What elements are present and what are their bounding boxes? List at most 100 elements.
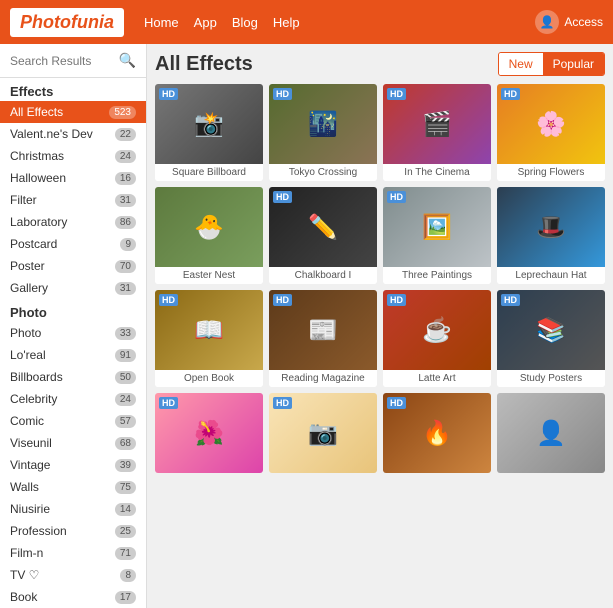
sidebar-item-book[interactable]: Book 17 xyxy=(0,586,146,608)
effect-card[interactable]: 🌃HDTokyo Crossing xyxy=(269,84,377,181)
sidebar-item-count: 75 xyxy=(115,481,136,494)
effect-card[interactable]: 📚HDStudy Posters xyxy=(497,290,605,387)
sidebar-item-label: TV ♡ xyxy=(10,568,39,582)
effect-name: Leprechaun Hat xyxy=(497,267,605,284)
sidebar-item-label: Gallery xyxy=(10,281,48,295)
sidebar-item-tv--[interactable]: TV ♡ 8 xyxy=(0,564,146,586)
effect-name: Latte Art xyxy=(383,370,491,387)
effect-card[interactable]: 🎩Leprechaun Hat xyxy=(497,187,605,284)
sidebar-item-all-effects[interactable]: All Effects523 xyxy=(0,101,146,123)
effect-card[interactable]: 👤 xyxy=(497,393,605,473)
sidebar-item-label: Book xyxy=(10,590,37,604)
effect-thumbnail: 🐣 xyxy=(155,187,263,267)
sidebar-item-billboards[interactable]: Billboards50 xyxy=(0,366,146,388)
effect-name: In The Cinema xyxy=(383,164,491,181)
sidebar-item-valent-ne-s-dev[interactable]: Valent.ne's Dev22 xyxy=(0,123,146,145)
effect-card[interactable]: 📷HD xyxy=(269,393,377,473)
sidebar-section-title: Effects xyxy=(0,78,146,101)
effect-card[interactable]: 📸HDSquare Billboard xyxy=(155,84,263,181)
sidebar-item-count: 17 xyxy=(115,591,136,604)
hd-badge: HD xyxy=(387,191,406,203)
sidebar-item-vintage[interactable]: Vintage 39 xyxy=(0,454,146,476)
sidebar-item-count: 31 xyxy=(115,194,136,207)
hd-badge: HD xyxy=(159,294,178,306)
sidebar-item-count: 523 xyxy=(109,106,136,119)
sidebar-item-count: 24 xyxy=(115,150,136,163)
sidebar-item-poster[interactable]: Poster70 xyxy=(0,255,146,277)
effect-thumbnail: 🎩 xyxy=(497,187,605,267)
effect-card[interactable]: 🎬HDIn The Cinema xyxy=(383,84,491,181)
tab-new[interactable]: New xyxy=(499,53,543,75)
sidebar-item-count: 9 xyxy=(120,238,136,251)
content-header: All Effects New Popular xyxy=(155,52,605,76)
sidebar-item-label: Vintage xyxy=(10,458,50,472)
sidebar-item-gallery[interactable]: Gallery 31 xyxy=(0,277,146,299)
nav-blog[interactable]: Blog xyxy=(232,15,258,30)
effect-card[interactable]: 📰HDReading Magazine xyxy=(269,290,377,387)
effect-card[interactable]: 🌸HDSpring Flowers xyxy=(497,84,605,181)
effect-card[interactable]: 📖HDOpen Book xyxy=(155,290,263,387)
nav-app[interactable]: App xyxy=(194,15,217,30)
sidebar-item-label: Profession xyxy=(10,524,67,538)
sidebar-item-viseunil[interactable]: Viseunil68 xyxy=(0,432,146,454)
sidebar-item-film-n[interactable]: Film-n71 xyxy=(0,542,146,564)
sidebar-item-label: Lo'real xyxy=(10,348,46,362)
sidebar-item-celebrity[interactable]: Celebrity24 xyxy=(0,388,146,410)
sidebar-item-count: 31 xyxy=(115,282,136,295)
sidebar-item-filter[interactable]: Filter31 xyxy=(0,189,146,211)
sidebar-section-title: Photo xyxy=(0,299,146,322)
sidebar-item-walls[interactable]: Walls 75 xyxy=(0,476,146,498)
sidebar-item-count: 14 xyxy=(115,503,136,516)
hd-badge: HD xyxy=(159,397,178,409)
nav-help[interactable]: Help xyxy=(273,15,300,30)
effect-card[interactable]: 🌺HD xyxy=(155,393,263,473)
effect-card[interactable]: 🔥HD xyxy=(383,393,491,473)
sidebar: 🔍 EffectsAll Effects523Valent.ne's Dev22… xyxy=(0,44,147,608)
sidebar-item-postcard[interactable]: Postcard 9 xyxy=(0,233,146,255)
sidebar-item-halloween[interactable]: Halloween16 xyxy=(0,167,146,189)
sidebar-item-count: 39 xyxy=(115,459,136,472)
sidebar-item-christmas[interactable]: Christmas24 xyxy=(0,145,146,167)
hd-badge: HD xyxy=(273,294,292,306)
sidebar-item-niusirie[interactable]: Niusirie 14 xyxy=(0,498,146,520)
sidebar-item-laboratory[interactable]: Laboratory86 xyxy=(0,211,146,233)
effect-card[interactable]: ☕HDLatte Art xyxy=(383,290,491,387)
hd-badge: HD xyxy=(387,88,406,100)
sidebar-item-count: 8 xyxy=(120,569,136,582)
sidebar-item-label: Valent.ne's Dev xyxy=(10,127,93,141)
effect-name: Study Posters xyxy=(497,370,605,387)
sidebar-item-count: 71 xyxy=(115,547,136,560)
tab-popular[interactable]: Popular xyxy=(543,53,604,75)
search-icon[interactable]: 🔍 xyxy=(119,52,136,69)
access-button[interactable]: 👤 Access xyxy=(535,10,603,34)
sidebar-item-count: 86 xyxy=(115,216,136,229)
hd-badge: HD xyxy=(387,397,406,409)
logo[interactable]: Photofunia xyxy=(10,8,124,37)
hd-badge: HD xyxy=(501,294,520,306)
sidebar-item-label: Postcard xyxy=(10,237,57,251)
nav-home[interactable]: Home xyxy=(144,15,179,30)
sidebar-item-label: Niusirie xyxy=(10,502,50,516)
effects-grid: 📸HDSquare Billboard🌃HDTokyo Crossing🎬HDI… xyxy=(155,84,605,473)
sidebar-item-profession[interactable]: Profession 25 xyxy=(0,520,146,542)
effect-card[interactable]: ✏️HDChalkboard I xyxy=(269,187,377,284)
sidebar-item-count: 33 xyxy=(115,327,136,340)
sidebar-item-lo-real[interactable]: Lo'real 91 xyxy=(0,344,146,366)
hd-badge: HD xyxy=(501,88,520,100)
hd-badge: HD xyxy=(387,294,406,306)
sidebar-item-label: Walls xyxy=(10,480,39,494)
effect-card[interactable]: 🐣Easter Nest xyxy=(155,187,263,284)
effect-card[interactable]: 🖼️HDThree Paintings xyxy=(383,187,491,284)
search-input[interactable] xyxy=(10,54,114,68)
sidebar-item-count: 70 xyxy=(115,260,136,273)
sidebar-item-count: 68 xyxy=(115,437,136,450)
sidebar-item-photo[interactable]: Photo33 xyxy=(0,322,146,344)
sidebar-item-comic[interactable]: Comic57 xyxy=(0,410,146,432)
hd-badge: HD xyxy=(273,397,292,409)
sidebar-item-count: 24 xyxy=(115,393,136,406)
sidebar-item-count: 91 xyxy=(115,349,136,362)
main-nav: Home App Blog Help xyxy=(144,15,515,30)
sidebar-item-count: 25 xyxy=(115,525,136,538)
hd-badge: HD xyxy=(273,88,292,100)
sidebar-item-label: Billboards xyxy=(10,370,63,384)
